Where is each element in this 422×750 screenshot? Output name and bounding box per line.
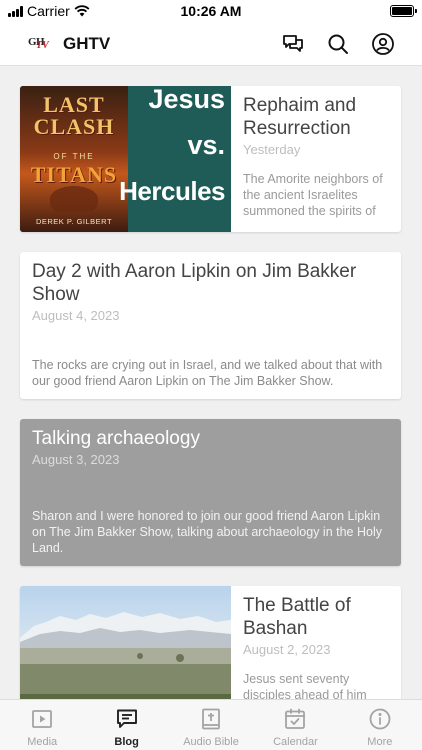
post-title: Rephaim and Resurrection: [243, 95, 357, 139]
tab-label: Blog: [114, 736, 139, 748]
tab-label: Calendar: [273, 736, 318, 748]
logo-text-accent: TV: [36, 40, 49, 51]
poster-line2: vs.: [187, 130, 225, 160]
post-text: Day 2 with Aaron Lipkin on Jim Bakker Sh…: [32, 260, 389, 389]
landscape-image: [20, 586, 231, 699]
app-header: GH TV GHTV: [0, 22, 422, 66]
play-icon: [32, 710, 53, 728]
post-thumbnail: [20, 586, 231, 699]
calendar-icon: [285, 708, 306, 729]
post-thumbnail: LAST CLASH OF THE TITANS DEREK P. GILBER…: [20, 86, 231, 232]
post-card[interactable]: LAST CLASH OF THE TITANS DEREK P. GILBER…: [20, 86, 401, 232]
post-text: Talking archaeology August 3, 2023 Sharo…: [32, 427, 389, 556]
tab-bar: Media Blog Audio Bible Calendar More: [0, 699, 422, 750]
post-title: The Battle of Bashan: [243, 595, 351, 639]
post-card-highlighted[interactable]: Talking archaeology August 3, 2023 Sharo…: [20, 419, 401, 566]
post-text: Rephaim and Resurrection Yesterday The A…: [243, 94, 391, 224]
post-card[interactable]: Day 2 with Aaron Lipkin on Jim Bakker Sh…: [20, 252, 401, 399]
bible-icon: [202, 708, 220, 730]
book-title-line2: CLASH: [33, 114, 115, 139]
tab-media[interactable]: Media: [0, 700, 84, 750]
book-title-line3: OF THE: [53, 152, 95, 161]
post-excerpt: The rocks are crying out in Israel, and …: [32, 358, 383, 388]
book-title-line4: TITANS: [30, 162, 118, 187]
post-text: The Battle of Bashan August 2, 2023 Jesu…: [243, 594, 391, 699]
battery-icon: [390, 5, 417, 17]
status-time: 10:26 AM: [180, 3, 242, 19]
mountain-illustration: [20, 612, 231, 699]
post-title: Talking archaeology: [32, 428, 200, 449]
blog-feed[interactable]: LAST CLASH OF THE TITANS DEREK P. GILBER…: [0, 66, 422, 699]
blog-icon: [116, 709, 137, 728]
app-title: GHTV: [63, 34, 111, 53]
book-author: DEREK P. GILBERT: [35, 217, 113, 226]
book-cover-image: LAST CLASH OF THE TITANS DEREK P. GILBER…: [20, 86, 128, 232]
tab-blog[interactable]: Blog: [84, 700, 168, 750]
post-date: August 3, 2023: [32, 452, 120, 467]
poster-line1: Jesus: [148, 86, 225, 114]
book-figure-illustration: [50, 186, 98, 212]
poster-line3: Hercules: [119, 176, 225, 206]
post-date: Yesterday: [243, 142, 301, 157]
book-title-line1: LAST: [43, 92, 105, 117]
post-card[interactable]: The Battle of Bashan August 2, 2023 Jesu…: [20, 586, 401, 699]
tab-calendar[interactable]: Calendar: [253, 700, 337, 750]
post-title: Day 2 with Aaron Lipkin on Jim Bakker Sh…: [32, 261, 357, 305]
tab-more[interactable]: More: [338, 700, 422, 750]
post-excerpt: Jesus sent seventy disciples ahead of hi…: [243, 672, 367, 699]
poster-image: LAST CLASH OF THE TITANS DEREK P. GILBER…: [20, 86, 231, 232]
tab-label: Audio Bible: [183, 736, 239, 748]
tab-label: Media: [27, 736, 58, 748]
poster-text-block: Jesus vs. Hercules: [119, 86, 231, 232]
tab-audio-bible[interactable]: Audio Bible: [169, 700, 253, 750]
chat-icon[interactable]: [281, 32, 305, 56]
post-date: August 2, 2023: [243, 642, 331, 657]
post-excerpt: The Amorite neighbors of the ancient Isr…: [243, 172, 383, 218]
info-icon: [369, 708, 391, 730]
tab-label: More: [367, 736, 393, 748]
profile-icon[interactable]: [371, 32, 395, 56]
post-excerpt: Sharon and I were honored to join our go…: [32, 509, 382, 555]
app-logo: GH TV: [28, 32, 50, 54]
search-icon[interactable]: [326, 32, 350, 56]
post-date: August 4, 2023: [32, 308, 120, 323]
status-bar: Carrier 10:26 AM: [0, 0, 422, 22]
